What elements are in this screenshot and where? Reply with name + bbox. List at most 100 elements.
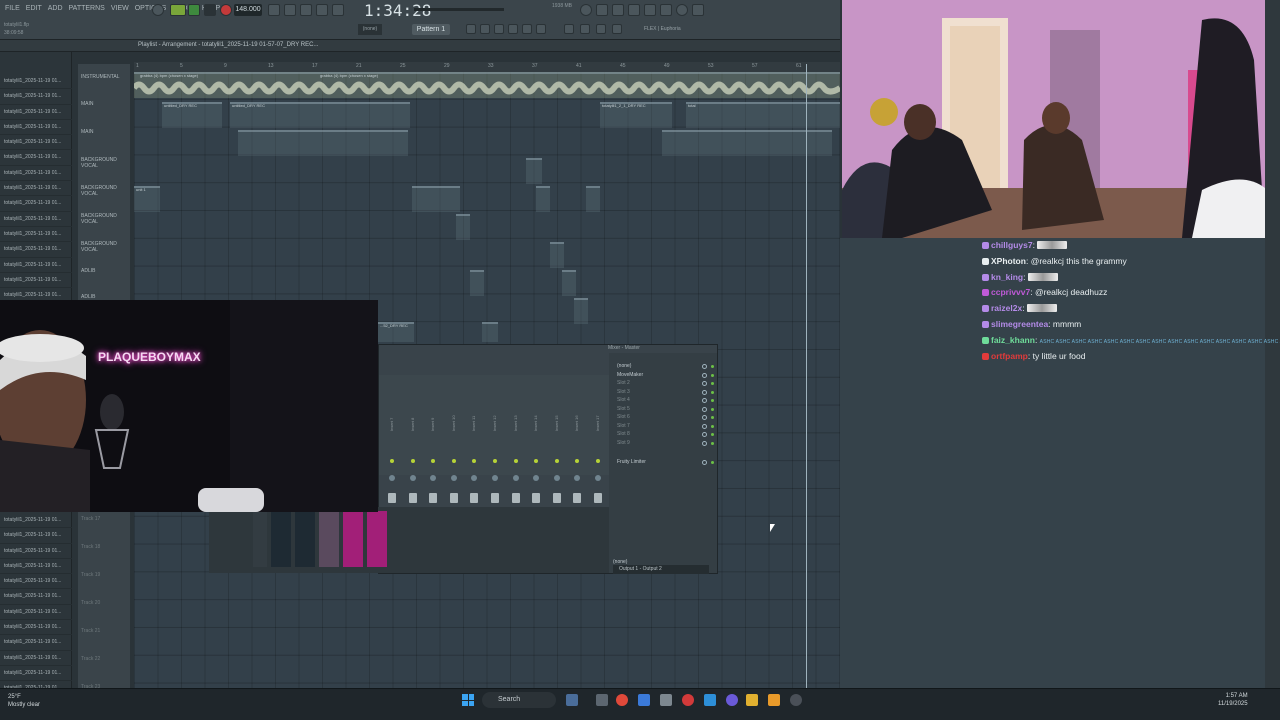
pan-knob[interactable] [512, 475, 519, 481]
browser-icon[interactable] [522, 24, 532, 34]
app-icon[interactable] [660, 694, 672, 706]
fx-mix-knob[interactable] [702, 406, 707, 412]
menu-item[interactable]: VIEW [110, 4, 130, 13]
browser-file-item[interactable]: totatylil1_2025-11-19 01... [0, 227, 72, 243]
chrome-icon[interactable] [616, 694, 628, 706]
fx-slot[interactable]: Fruity Limiter [617, 459, 646, 465]
stop-button[interactable] [204, 4, 216, 16]
track-name[interactable]: BACKGROUND VOCAL [81, 213, 130, 225]
volume-fader[interactable] [532, 493, 541, 503]
chat-username[interactable]: chillguys7 [991, 240, 1033, 250]
volume-fader[interactable] [470, 493, 479, 503]
browser-file-item[interactable]: totatylil1_2025-11-19 01... [0, 258, 72, 273]
fx-mix-knob[interactable] [702, 432, 707, 437]
browser-file-item[interactable]: totatylil1_2025-11-19 01... [0, 651, 72, 666]
insert-strip-selected[interactable] [343, 511, 363, 567]
track-name[interactable]: Track 17 [81, 516, 100, 522]
blend-notes-icon[interactable] [300, 4, 312, 16]
loop-record-icon[interactable] [316, 4, 328, 16]
fx-slot[interactable]: Slot 2 [617, 380, 630, 386]
volume-fader[interactable] [552, 493, 561, 503]
browser-file-item[interactable]: totatylil1_2025-11-19 01... [0, 574, 72, 590]
widgets-icon[interactable] [566, 694, 578, 706]
clip-vocal[interactable] [412, 186, 460, 212]
clip-vocal[interactable] [526, 158, 542, 184]
fx-mix-knob[interactable] [702, 364, 707, 369]
chat-username[interactable]: kn_king [991, 272, 1023, 282]
fx-mix-knob[interactable] [702, 460, 707, 465]
chat-username[interactable]: slimegreentea [991, 319, 1048, 329]
photos-icon[interactable] [704, 694, 716, 706]
volume-fader[interactable] [429, 493, 438, 503]
browser-file-item[interactable]: totatylil1_2025-11-19 01... [0, 166, 72, 182]
mixer-window-icon[interactable] [508, 24, 518, 34]
fx-slot[interactable]: MoveMaker [617, 372, 643, 378]
browser-file-item[interactable]: totatylil1_2025-11-19 01... [0, 242, 72, 258]
clip-vocal[interactable] [550, 242, 564, 268]
clip-vocal[interactable] [482, 322, 498, 342]
piano-roll-icon[interactable] [480, 24, 490, 34]
track-name[interactable]: Track 21 [81, 628, 100, 634]
volume-fader[interactable] [449, 493, 458, 503]
playlist-icon[interactable] [466, 24, 476, 34]
fx-enable-led[interactable] [711, 373, 714, 377]
browser-file-item[interactable]: totatylil1_2025-11-19 01... [0, 196, 72, 212]
store-icon[interactable] [638, 694, 650, 706]
pan-knob[interactable] [533, 475, 540, 481]
fx-mix-knob[interactable] [702, 423, 707, 429]
clip-vocal[interactable] [470, 270, 484, 296]
fx-slot[interactable]: Slot 5 [617, 406, 630, 412]
track-name[interactable]: BACKGROUND VOCAL [81, 185, 130, 197]
pattern-song-toggle[interactable] [170, 4, 186, 16]
browser-file-item[interactable]: totatylil1_2025-11-19 01... [0, 635, 72, 651]
pan-knob[interactable] [574, 475, 581, 481]
browser-file-item[interactable]: totatylil1_2025-11-19 01... [0, 528, 72, 544]
fx-enable-led[interactable] [711, 441, 714, 445]
browser-file-item[interactable]: totatylil1_2025-11-19 01... [0, 620, 72, 636]
clip-vocal[interactable] [586, 186, 600, 212]
weather-widget[interactable]: 25°F Mostly clear [8, 693, 40, 709]
clip-vocal[interactable]: unit 1 [134, 186, 160, 212]
pan-knob[interactable] [450, 475, 457, 481]
browser-file-item[interactable]: totatylil1_2025-11-19 01... [0, 273, 72, 289]
mic-icon[interactable] [612, 4, 624, 16]
chat-username[interactable]: ortfpamp [991, 351, 1028, 361]
clip-vocal[interactable]: untitled_DRY REC [162, 102, 222, 128]
channel-rack-icon[interactable] [494, 24, 504, 34]
fx-mix-knob[interactable] [702, 415, 707, 420]
pan-knob[interactable] [409, 475, 416, 481]
task-view-icon[interactable] [596, 694, 608, 706]
clip-vocal[interactable]: totatylil1_2_1_DRY REC [600, 102, 672, 128]
fx-mix-knob[interactable] [702, 398, 707, 403]
fx-enable-led[interactable] [711, 433, 714, 436]
volume-fader[interactable] [573, 493, 582, 503]
windows-start-icon[interactable] [462, 694, 474, 706]
browser-file-item[interactable]: totatylil1_2025-11-19 01... [0, 74, 72, 90]
track-name[interactable]: MAIN [81, 101, 94, 107]
fx-enable-led[interactable] [711, 461, 714, 464]
media-icon[interactable] [790, 694, 802, 706]
plugin-icon[interactable] [660, 4, 672, 16]
browser-file-item[interactable]: totatylil1_2025-11-19 01... [0, 544, 72, 559]
browser-file-item[interactable]: totatylil1_2025-11-19 01... [0, 120, 72, 136]
clip-vocal[interactable] [574, 298, 588, 324]
browser-file-item[interactable]: totatylil1_2025-11-19 01... [0, 513, 72, 529]
track-name[interactable]: Track 20 [81, 600, 100, 606]
pan-knob[interactable] [471, 475, 478, 481]
project-info-icon[interactable] [596, 24, 606, 34]
info-icon[interactable] [676, 4, 688, 16]
browser-file-item[interactable]: totatylil1_2025-11-19 01... [0, 666, 72, 682]
insert-strip[interactable] [295, 511, 315, 567]
fx-enable-led[interactable] [711, 424, 714, 428]
pan-knob[interactable] [492, 475, 498, 481]
fx-enable-led[interactable] [711, 382, 714, 385]
tempo-tap-icon[interactable] [564, 24, 574, 34]
clip-vocal[interactable] [456, 214, 470, 240]
metronome-icon[interactable] [152, 4, 164, 16]
pan-knob[interactable] [595, 475, 601, 481]
undo-icon[interactable] [580, 4, 592, 16]
playhead-line[interactable] [806, 64, 807, 688]
menu-item[interactable]: ADD [47, 4, 64, 13]
menu-item[interactable]: EDIT [25, 4, 43, 13]
chat-username[interactable]: faiz_khann [991, 335, 1035, 345]
